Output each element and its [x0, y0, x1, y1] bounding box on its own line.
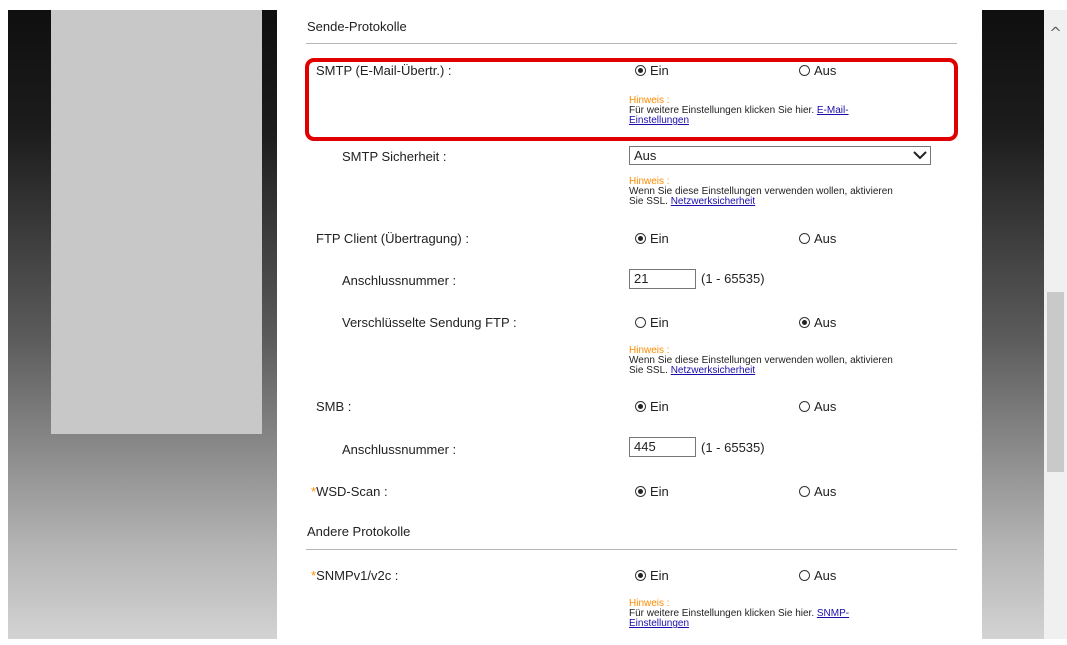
left-gray-card	[51, 10, 262, 434]
radio-checked-icon	[635, 570, 646, 581]
hint-text-cont: Sie SSL.	[629, 196, 668, 207]
radio-checked-icon	[635, 233, 646, 244]
radio-checked-icon	[635, 486, 646, 497]
network-security-link[interactable]: Netzwerksicherheit	[671, 365, 755, 376]
snmp-hint: Hinweis : Für weitere Einstellungen klic…	[629, 599, 849, 629]
radio-unchecked-icon	[799, 486, 810, 497]
ftp-port-range: (1 - 65535)	[701, 271, 765, 286]
wsd-scan-on-radio[interactable]: Ein	[635, 484, 669, 499]
radio-checked-icon	[635, 401, 646, 412]
ftp-port-label: Anschlussnummer :	[342, 273, 457, 288]
scroll-up-arrow-icon[interactable]: ^	[1044, 24, 1067, 42]
network-security-link[interactable]: Netzwerksicherheit	[671, 196, 755, 207]
smb-label: SMB :	[316, 399, 352, 414]
smb-on-radio[interactable]: Ein	[635, 399, 669, 414]
radio-unchecked-icon	[799, 570, 810, 581]
chevron-down-icon	[913, 151, 927, 160]
wsd-scan-label: *WSD-Scan :	[311, 484, 388, 499]
highlight-box	[305, 58, 958, 141]
smtp-security-hint: Hinweis : Wenn Sie diese Einstellungen v…	[629, 177, 893, 207]
section-title-send-protocols: Sende-Protokolle	[307, 19, 407, 34]
section-title-other-protocols: Andere Protokolle	[307, 524, 411, 539]
ftp-encrypted-hint: Hinweis : Wenn Sie diese Einstellungen v…	[629, 346, 893, 376]
smb-off-radio[interactable]: Aus	[799, 399, 836, 414]
snmp-on-radio[interactable]: Ein	[635, 568, 669, 583]
hint-text-cont: Sie SSL.	[629, 365, 668, 376]
smb-port-label: Anschlussnummer :	[342, 442, 457, 457]
hint-text: Wenn Sie diese Einstellungen verwenden w…	[629, 355, 893, 366]
screenshot-frame: ^ Sende-Protokolle SMTP (E-Mail-Übertr.)…	[0, 0, 1067, 645]
ftp-port-input[interactable]: 21	[629, 269, 696, 289]
hint-text: Wenn Sie diese Einstellungen verwenden w…	[629, 186, 893, 197]
right-dark-panel	[982, 10, 1044, 639]
radio-checked-icon	[799, 317, 810, 328]
radio-unchecked-icon	[799, 401, 810, 412]
smb-port-input[interactable]: 445	[629, 437, 696, 457]
snmp-settings-link[interactable]: SNMP-	[817, 608, 849, 619]
ftp-encrypted-on-radio[interactable]: Ein	[635, 315, 669, 330]
snmp-settings-link-cont[interactable]: Einstellungen	[629, 618, 689, 629]
section-divider	[306, 43, 957, 44]
ftp-encrypted-off-radio[interactable]: Aus	[799, 315, 836, 330]
smb-port-range: (1 - 65535)	[701, 440, 765, 455]
snmp-off-radio[interactable]: Aus	[799, 568, 836, 583]
ftp-client-on-radio[interactable]: Ein	[635, 231, 669, 246]
radio-unchecked-icon	[635, 317, 646, 328]
wsd-scan-off-radio[interactable]: Aus	[799, 484, 836, 499]
scrollbar-thumb[interactable]	[1047, 292, 1064, 472]
ftp-client-off-radio[interactable]: Aus	[799, 231, 836, 246]
smtp-security-select[interactable]: Aus	[629, 146, 931, 165]
smtp-security-value: Aus	[634, 148, 657, 163]
ftp-client-label: FTP Client (Übertragung) :	[316, 231, 469, 246]
smtp-security-label: SMTP Sicherheit :	[342, 149, 447, 164]
ftp-encrypted-label: Verschlüsselte Sendung FTP :	[342, 315, 517, 330]
snmp-label: *SNMPv1/v2c :	[311, 568, 399, 583]
radio-unchecked-icon	[799, 233, 810, 244]
section-divider	[306, 549, 957, 550]
